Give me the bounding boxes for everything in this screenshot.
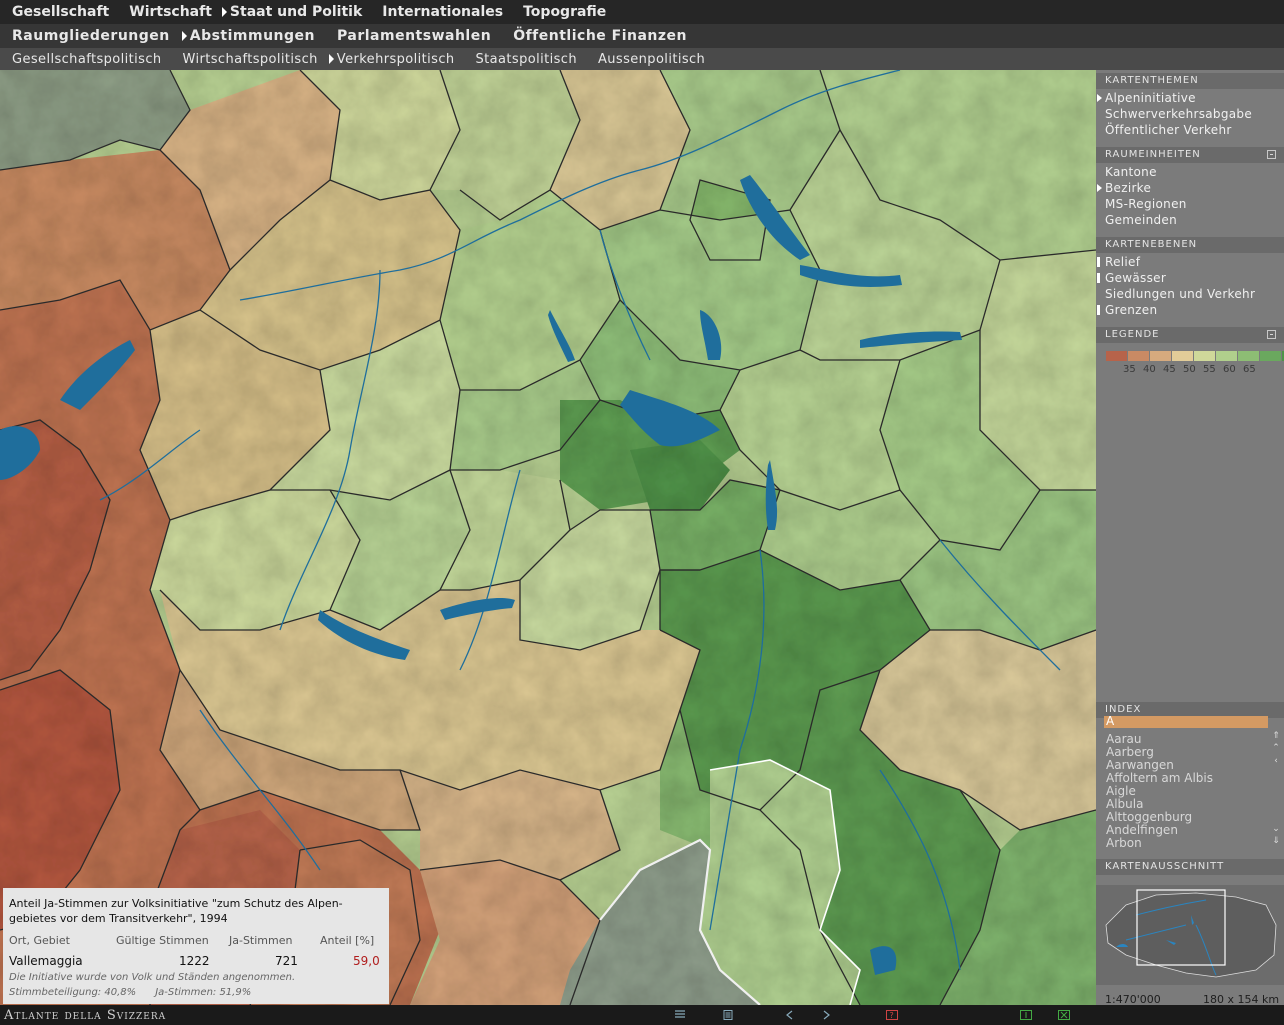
brand-logo: Atlante della Svizzera: [4, 1008, 167, 1023]
unit-kantone[interactable]: Kantone: [1105, 165, 1157, 179]
nav-parlamentswahlen[interactable]: Parlamentswahlen: [337, 28, 491, 44]
legend-swatch: [1172, 351, 1193, 361]
col-anteil: Anteil [%]: [320, 934, 375, 947]
layer-gewaesser[interactable]: Gewässer: [1096, 271, 1166, 285]
overview-map[interactable]: [1096, 885, 1284, 985]
scroll-down-icon[interactable]: ⌄: [1271, 824, 1281, 834]
top-nav-level1: Gesellschaft Wirtschaft Staat und Politi…: [0, 0, 1284, 24]
map-canvas[interactable]: [0, 70, 1096, 1005]
expand-icon[interactable]: [1267, 330, 1276, 339]
nav-verkehrspolitisch[interactable]: Verkehrspolitisch: [329, 52, 455, 67]
legend-swatch: [1216, 351, 1237, 361]
legend-swatch: [1238, 351, 1259, 361]
legend-label: 55: [1203, 364, 1216, 375]
nav-wirtschaft[interactable]: Wirtschaft: [129, 4, 212, 20]
forward-icon[interactable]: [820, 1010, 832, 1020]
nav-abstimmungen[interactable]: Abstimmungen: [182, 28, 315, 44]
legend-label: 45: [1163, 364, 1176, 375]
index-item[interactable]: Aarau: [1106, 732, 1141, 746]
col-gueltige-stimmen: Gültige Stimmen: [116, 934, 209, 947]
legend-swatch: [1150, 351, 1171, 361]
top-nav-level3: Gesellschaftspolitisch Wirtschaftspoliti…: [0, 48, 1284, 70]
col-ja-stimmen: Ja-Stimmen: [229, 934, 293, 947]
index-item[interactable]: Alttoggenburg: [1106, 810, 1192, 824]
index-item[interactable]: Arbon: [1106, 836, 1142, 850]
sidebar: KARTENTHEMEN Alpeninitiative Schwerverke…: [1096, 70, 1284, 1006]
row-yes: 721: [275, 954, 298, 968]
close-icon[interactable]: [1058, 1010, 1070, 1020]
legend-swatch: [1260, 351, 1281, 361]
nav-staat-und-politik[interactable]: Staat und Politik: [222, 4, 362, 20]
section-raumeinheiten: RAUMEINHEITEN: [1096, 147, 1284, 163]
window-icon[interactable]: [1020, 1010, 1032, 1020]
expand-icon[interactable]: [1267, 150, 1276, 159]
theme-schwerverkehrsabgabe[interactable]: Schwerverkehrsabgabe: [1105, 107, 1252, 121]
choropleth-map[interactable]: [0, 70, 1096, 1005]
col-ort: Ort, Gebiet: [9, 934, 70, 947]
row-valid: 1222: [179, 954, 210, 968]
index-item[interactable]: Affoltern am Albis: [1106, 771, 1213, 785]
info-title: Anteil Ja-Stimmen zur Volksinitiative "z…: [9, 897, 343, 925]
scroll-left-icon[interactable]: ‹: [1271, 756, 1281, 766]
nav-gesellschaftspolitisch[interactable]: Gesellschaftspolitisch: [12, 52, 162, 67]
nav-oeffentliche-finanzen[interactable]: Öffentliche Finanzen: [513, 28, 687, 44]
nav-wirtschaftspolitisch[interactable]: Wirtschaftspolitisch: [183, 52, 318, 67]
nav-gesellschaft[interactable]: Gesellschaft: [12, 4, 109, 20]
back-icon[interactable]: [784, 1010, 796, 1020]
index-item[interactable]: Aarwangen: [1106, 758, 1174, 772]
index-item[interactable]: Andelfingen: [1106, 823, 1178, 837]
theme-oeffentlicher-verkehr[interactable]: Öffentlicher Verkehr: [1105, 123, 1232, 137]
note-participation: Stimmbeteiligung: 40,8% Ja-Stimmen: 51,9…: [9, 987, 252, 998]
index-search[interactable]: A: [1104, 714, 1268, 728]
top-nav-level2: Raumgliederungen Abstimmungen Parlaments…: [0, 24, 1284, 48]
legend-label: 40: [1143, 364, 1156, 375]
legend-swatch: [1128, 351, 1149, 361]
scroll-top-icon[interactable]: ⇑: [1271, 731, 1281, 741]
layer-relief[interactable]: Relief: [1096, 255, 1140, 269]
unit-gemeinden[interactable]: Gemeinden: [1105, 213, 1177, 227]
section-kartenebenen: KARTENEBENEN: [1096, 237, 1284, 253]
legend-swatch: [1106, 351, 1127, 361]
list-icon[interactable]: [674, 1010, 686, 1020]
nav-aussenpolitisch[interactable]: Aussenpolitisch: [598, 52, 705, 67]
section-kartenthemen: KARTENTHEMEN: [1096, 73, 1284, 89]
layer-siedlungen[interactable]: Siedlungen und Verkehr: [1105, 287, 1255, 301]
legend-label: 60: [1223, 364, 1236, 375]
section-kartenausschnitt: KARTENAUSSCHNITT: [1096, 859, 1284, 875]
scroll-bottom-icon[interactable]: ⇓: [1271, 836, 1281, 846]
nav-topografie[interactable]: Topografie: [523, 4, 606, 20]
nav-staatspolitisch[interactable]: Staatspolitisch: [476, 52, 577, 67]
index-item[interactable]: Albula: [1106, 797, 1143, 811]
help-icon[interactable]: ?: [886, 1010, 898, 1020]
index-item[interactable]: Aigle: [1106, 784, 1136, 798]
theme-alpeninitiative[interactable]: Alpeninitiative: [1097, 91, 1196, 105]
nav-raumgliederungen[interactable]: Raumgliederungen: [12, 28, 170, 44]
legend-color-scale: [1106, 351, 1284, 361]
legend-label: 65: [1243, 364, 1256, 375]
scroll-up-icon[interactable]: ⌃: [1271, 743, 1281, 753]
document-icon[interactable]: [722, 1010, 734, 1020]
legend-label: 50: [1183, 364, 1196, 375]
legend-swatch: [1194, 351, 1215, 361]
index-item[interactable]: Aarberg: [1106, 745, 1154, 759]
svg-text:?: ?: [890, 1011, 894, 1020]
unit-bezirke[interactable]: Bezirke: [1096, 181, 1151, 195]
legend-label: 35: [1123, 364, 1136, 375]
footer: Atlante della Svizzera ?: [0, 1005, 1284, 1025]
row-share: 59,0: [353, 954, 380, 968]
unit-ms-regionen[interactable]: MS-Regionen: [1105, 197, 1187, 211]
note-result: Die Initiative wurde von Volk und Stände…: [9, 972, 296, 983]
section-legende: LEGENDE: [1096, 327, 1284, 343]
layer-grenzen[interactable]: Grenzen: [1096, 303, 1157, 317]
info-panel: Anteil Ja-Stimmen zur Volksinitiative "z…: [3, 888, 389, 1004]
nav-internationales[interactable]: Internationales: [382, 4, 503, 20]
row-place: Vallemaggia: [9, 954, 83, 968]
